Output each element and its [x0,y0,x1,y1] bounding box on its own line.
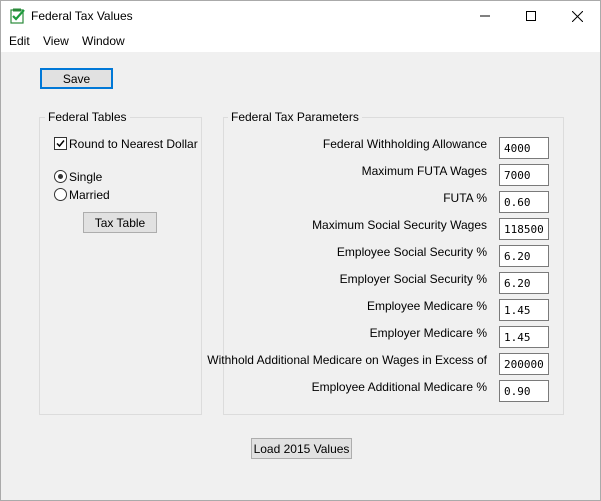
round-checkbox-label: Round to Nearest Dollar [69,137,198,151]
radio-selected-dot [58,174,63,179]
param-label-withholding-allowance: Federal Withholding Allowance [322,137,487,151]
employee-medicare-field[interactable]: 1.45 [499,299,549,321]
param-label-employee-additional-medicare: Employee Additional Medicare % [311,380,487,394]
radio-single[interactable] [54,170,67,183]
menu-window[interactable]: Window [82,34,125,48]
radio-single-label: Single [69,170,103,184]
minimize-button[interactable] [462,1,508,31]
futa-percent-field[interactable]: 0.60 [499,191,549,213]
load-2015-values-label: Load 2015 Values [253,441,350,456]
param-label-max-futa-wages: Maximum FUTA Wages [361,164,487,178]
save-button[interactable]: Save [40,68,113,89]
param-label-additional-medicare-threshold: Withhold Additional Medicare on Wages in… [207,353,487,367]
employee-additional-medicare-field[interactable]: 0.90 [499,380,549,402]
app-icon [10,8,26,24]
round-checkbox[interactable] [54,137,67,150]
max-futa-wages-field[interactable]: 7000 [499,164,549,186]
radio-married[interactable] [54,188,67,201]
param-label-max-ss-wages: Maximum Social Security Wages [312,218,487,232]
max-ss-wages-field[interactable]: 118500 [499,218,549,240]
window-title: Federal Tax Values [31,9,133,23]
load-2015-values-button[interactable]: Load 2015 Values [251,438,352,459]
employee-ss-field[interactable]: 6.20 [499,245,549,267]
minimize-icon [480,15,490,17]
close-button[interactable] [554,1,600,31]
app-window: Federal Tax Values Edit View Window Save… [0,0,601,501]
menu-view[interactable]: View [43,34,69,48]
menu-edit[interactable]: Edit [9,34,30,48]
additional-medicare-threshold-field[interactable]: 200000 [499,353,549,375]
param-label-employee-ss: Employee Social Security % [336,245,487,259]
tax-parameters-legend: Federal Tax Parameters [228,110,362,124]
title-bar[interactable]: Federal Tax Values [1,1,600,31]
federal-tables-group [39,117,202,415]
maximize-button[interactable] [508,1,554,31]
checkmark-icon [56,140,65,148]
param-label-employer-ss: Employer Social Security % [339,272,487,286]
employer-ss-field[interactable]: 6.20 [499,272,549,294]
tax-table-button-label: Tax Table [94,215,146,230]
param-label-employee-medicare: Employee Medicare % [366,299,487,313]
menu-bar: Edit View Window [1,31,600,52]
tax-table-button[interactable]: Tax Table [83,212,157,233]
federal-tables-legend: Federal Tables [45,110,130,124]
employer-medicare-field[interactable]: 1.45 [499,326,549,348]
save-button-label: Save [62,71,91,86]
close-icon [571,10,583,22]
param-label-employer-medicare: Employer Medicare % [369,326,487,340]
withholding-allowance-field[interactable]: 4000 [499,137,549,159]
maximize-icon [526,11,536,21]
param-label-futa-percent: FUTA % [443,191,487,205]
radio-married-label: Married [69,188,110,202]
